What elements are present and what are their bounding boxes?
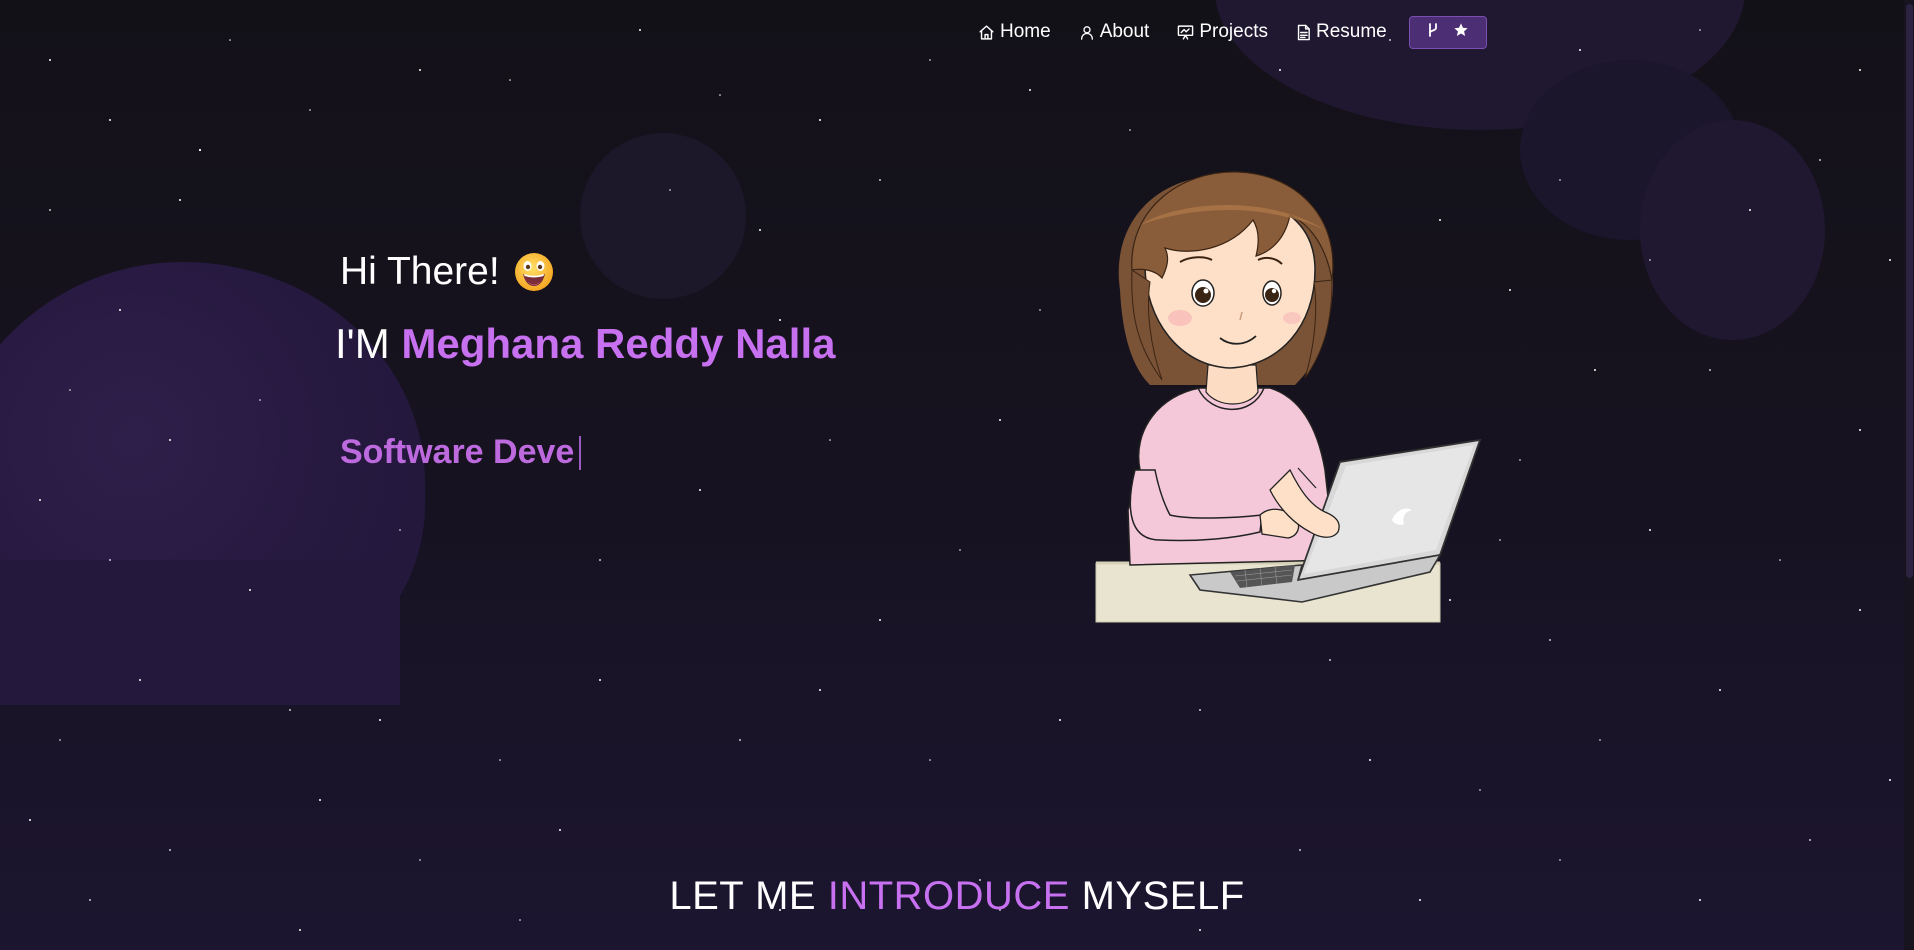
nav-label-about: About [1099, 21, 1150, 42]
heading-part-2: MYSELF [1081, 874, 1245, 918]
intro-prefix: I'M [335, 320, 390, 367]
nav-item-about[interactable]: About [1067, 14, 1166, 50]
decor-blob-right [1640, 120, 1825, 340]
grinning-face-emoji-icon [514, 253, 553, 291]
nav-item-home[interactable]: Home [966, 14, 1067, 50]
scrollbar-thumb[interactable] [1906, 4, 1913, 578]
typewriter-role: Software Deve [340, 433, 582, 472]
github-fork-star-button[interactable] [1408, 15, 1487, 49]
navbar: Home About Projects Resume [966, 14, 1487, 50]
heading-highlight: INTRODUCE [827, 874, 1070, 918]
intro-name-heading: I'M Meghana Reddy Nalla [335, 320, 835, 368]
user-icon [1079, 24, 1095, 41]
person-name: Meghana Reddy Nalla [401, 320, 836, 367]
nav-item-projects[interactable]: Projects [1165, 14, 1284, 50]
typewriter-text: Software Deve [340, 433, 575, 471]
greeting-heading: Hi There! [340, 250, 554, 294]
greeting-text: Hi There! [340, 250, 500, 293]
projects-icon [1177, 24, 1194, 41]
page-scrollbar[interactable] [1904, 0, 1914, 950]
document-icon [1296, 24, 1311, 41]
fork-icon [1427, 22, 1439, 42]
nav-item-resume[interactable]: Resume [1284, 14, 1403, 50]
introduce-section-heading: LET ME INTRODUCE MYSELF [0, 874, 1914, 919]
nav-label-home: Home [1000, 21, 1051, 42]
home-icon [978, 24, 995, 41]
nav-label-projects: Projects [1199, 21, 1268, 42]
girl-with-laptop-illustration [1095, 171, 1482, 623]
decor-blob-small [580, 133, 746, 299]
decor-blob-left-bottom [0, 560, 400, 705]
nav-label-resume: Resume [1315, 21, 1387, 42]
heading-part-1: LET ME [669, 874, 817, 918]
star-icon [1453, 22, 1469, 42]
typewriter-cursor [579, 435, 582, 470]
